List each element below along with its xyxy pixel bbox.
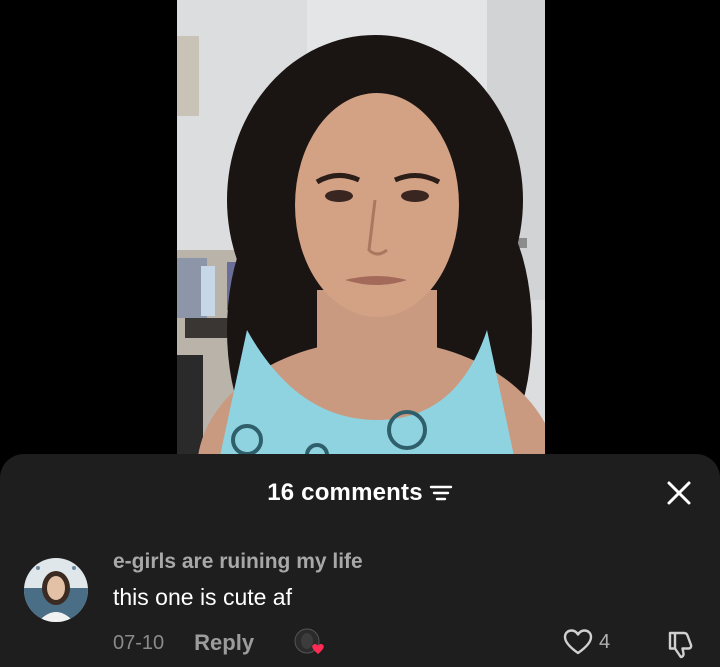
like-count: 4 [599, 630, 611, 653]
comments-header: 16 comments [0, 476, 720, 510]
heart-icon [563, 629, 593, 655]
thumbs-down-icon[interactable] [664, 628, 696, 660]
comments-sheet: 16 comments e-girls are ruining my life … [0, 454, 720, 667]
comment-username[interactable]: e-girls are ruining my life [113, 550, 363, 574]
avatar-image [24, 558, 88, 622]
comment-meta: 07-10 Reply [113, 628, 328, 658]
like-button[interactable]: 4 [563, 628, 610, 656]
reply-button[interactable]: Reply [194, 630, 254, 656]
close-icon[interactable] [664, 478, 694, 508]
liked-by-creator-badge [294, 628, 328, 658]
comment-date: 07-10 [113, 631, 165, 654]
video-frame-image [177, 0, 545, 470]
comments-count-title: 16 comments [267, 479, 423, 506]
video-player[interactable] [177, 0, 545, 470]
avatar[interactable] [24, 558, 88, 622]
app-screen: 16 comments e-girls are ruining my life … [0, 0, 720, 667]
comment-text: this one is cute af [113, 584, 292, 610]
liked-by-creator-icon [294, 628, 324, 654]
comment-item: e-girls are ruining my life this one is … [0, 550, 720, 667]
filter-icon[interactable] [429, 483, 453, 503]
